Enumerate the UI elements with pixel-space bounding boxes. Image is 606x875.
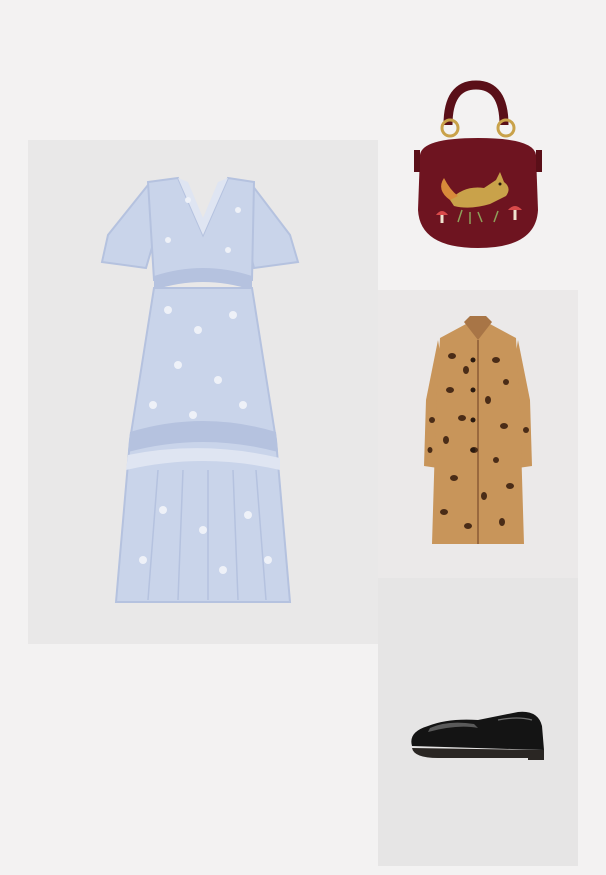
coat-product-tile[interactable] bbox=[378, 290, 578, 578]
dress-image bbox=[28, 140, 378, 644]
loafers-image bbox=[378, 578, 578, 866]
loafers-product-tile[interactable] bbox=[378, 578, 578, 866]
handbag-product-tile[interactable] bbox=[378, 0, 578, 290]
dress-product-tile[interactable] bbox=[28, 140, 378, 644]
handbag-image bbox=[378, 0, 578, 290]
coat-image bbox=[378, 290, 578, 578]
